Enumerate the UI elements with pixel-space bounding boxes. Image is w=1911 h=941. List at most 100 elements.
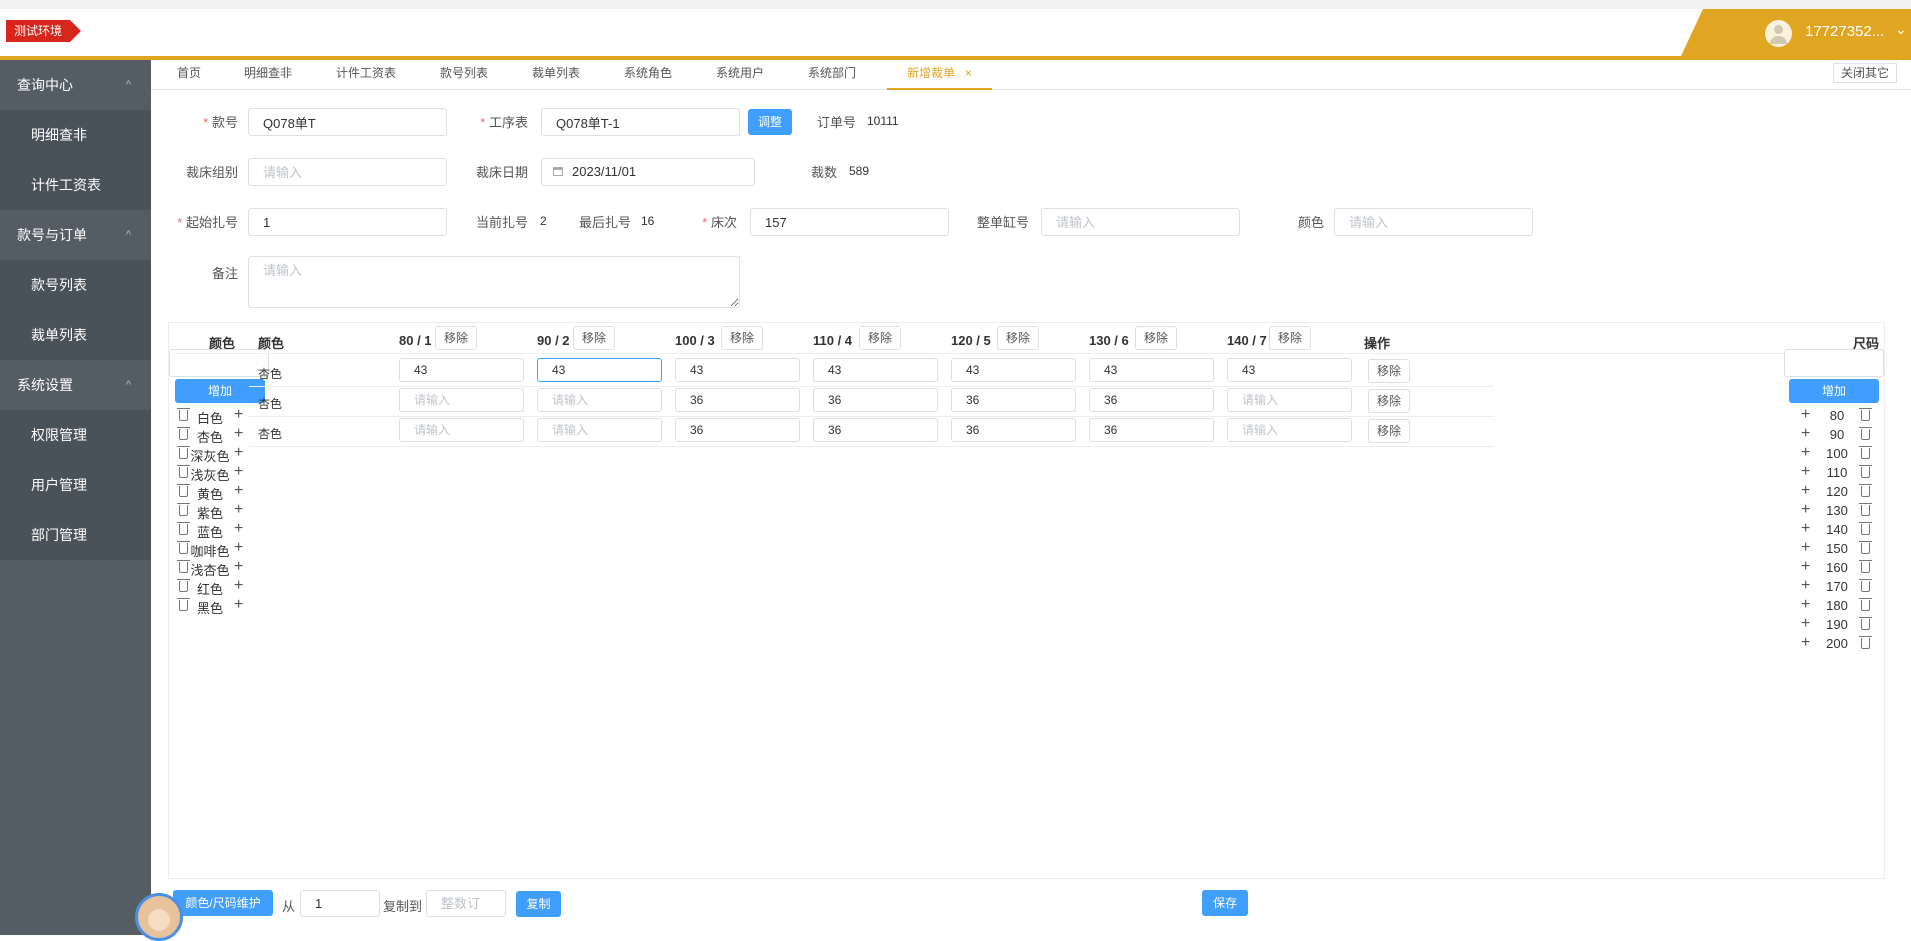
remove-col-button[interactable]: 移除 <box>1135 326 1178 350</box>
maintain-button[interactable]: 颜色/尺码维护 <box>173 890 273 916</box>
plus-icon[interactable]: + <box>1801 502 1810 518</box>
close-icon[interactable]: × <box>965 66 972 80</box>
sidebar-item-departments[interactable]: 部门管理 <box>0 510 151 560</box>
remove-col-button[interactable]: 移除 <box>1269 326 1312 350</box>
plus-icon[interactable]: + <box>234 483 243 499</box>
qty-input[interactable] <box>1089 388 1214 412</box>
trash-icon[interactable] <box>1859 636 1872 649</box>
qty-input[interactable] <box>813 418 938 442</box>
trash-icon[interactable] <box>177 522 190 535</box>
plus-icon[interactable]: + <box>234 445 243 461</box>
add-size-button[interactable]: 增加 <box>1789 379 1879 403</box>
trash-icon[interactable] <box>177 446 190 459</box>
save-button[interactable]: 保存 <box>1202 890 1248 916</box>
tab-home[interactable]: 首页 <box>171 60 207 90</box>
plus-icon[interactable]: + <box>1801 445 1810 461</box>
trash-icon[interactable] <box>1859 541 1872 554</box>
sidebar-item-permissions[interactable]: 权限管理 <box>0 410 151 460</box>
qty-input[interactable] <box>1227 418 1352 442</box>
copy-to-input[interactable] <box>426 890 506 917</box>
sidebar-group-settings[interactable]: 系统设置 ^ <box>0 360 151 410</box>
qty-input[interactable] <box>813 388 938 412</box>
size-panel-input[interactable] <box>1784 349 1884 377</box>
qty-input[interactable] <box>675 388 800 412</box>
avatar-icon[interactable] <box>135 893 183 941</box>
remove-row-button[interactable]: 移除 <box>1368 359 1411 383</box>
remove-row-button[interactable]: 移除 <box>1368 389 1411 413</box>
remove-col-button[interactable]: 移除 <box>721 326 764 350</box>
trash-icon[interactable] <box>1859 522 1872 535</box>
close-others-button[interactable]: 关闭其它 <box>1832 63 1897 83</box>
qty-input[interactable] <box>537 358 662 382</box>
cut-group-input[interactable] <box>248 158 447 186</box>
qty-input[interactable] <box>399 358 524 382</box>
plus-icon[interactable]: + <box>1801 559 1810 575</box>
tab-style-list[interactable]: 款号列表 <box>435 60 493 90</box>
start-bundle-input[interactable] <box>248 208 447 236</box>
trash-icon[interactable] <box>1859 579 1872 592</box>
qty-input[interactable] <box>1089 418 1214 442</box>
plus-icon[interactable]: + <box>1801 578 1810 594</box>
plus-icon[interactable]: + <box>234 597 243 613</box>
remove-col-button[interactable]: 移除 <box>573 326 616 350</box>
user-menu[interactable]: 17727352... ⌄ <box>1681 9 1911 56</box>
trash-icon[interactable] <box>177 484 190 497</box>
sidebar-item-piece-wage[interactable]: 计件工资表 <box>0 160 151 210</box>
sidebar-item-users[interactable]: 用户管理 <box>0 460 151 510</box>
trash-icon[interactable] <box>1859 465 1872 478</box>
copy-from-input[interactable] <box>300 890 380 917</box>
qty-input[interactable] <box>1227 388 1352 412</box>
sidebar-item-cut-list[interactable]: 裁单列表 <box>0 310 151 360</box>
sidebar-item-detail[interactable]: 明细查非 <box>0 110 151 160</box>
trash-icon[interactable] <box>1859 484 1872 497</box>
remove-col-button[interactable]: 移除 <box>859 326 902 350</box>
plus-icon[interactable]: + <box>1801 540 1810 556</box>
remark-textarea[interactable] <box>248 256 740 308</box>
remove-row-button[interactable]: 移除 <box>1368 419 1411 443</box>
qty-input[interactable] <box>813 358 938 382</box>
qty-input[interactable] <box>951 418 1076 442</box>
avatar-icon[interactable] <box>1765 20 1792 47</box>
plus-icon[interactable]: + <box>1801 597 1810 613</box>
process-sheet-input[interactable] <box>541 108 740 136</box>
qty-input[interactable] <box>675 358 800 382</box>
trash-icon[interactable] <box>1859 446 1872 459</box>
qty-input[interactable] <box>951 388 1076 412</box>
qty-input[interactable] <box>1089 358 1214 382</box>
trash-icon[interactable] <box>177 541 190 554</box>
color-input[interactable] <box>1334 208 1533 236</box>
tab-new-cut-order[interactable]: 新增裁单 × <box>887 60 992 90</box>
tab-sys-users[interactable]: 系统用户 <box>711 60 769 90</box>
qty-input[interactable] <box>951 358 1076 382</box>
plus-icon[interactable]: + <box>234 578 243 594</box>
qty-input[interactable] <box>675 418 800 442</box>
trash-icon[interactable] <box>177 560 190 573</box>
user-name[interactable]: 17727352... <box>1805 23 1884 40</box>
plus-icon[interactable]: + <box>1801 426 1810 442</box>
plus-icon[interactable]: + <box>1801 483 1810 499</box>
qty-input[interactable] <box>537 388 662 412</box>
plus-icon[interactable]: + <box>1801 521 1810 537</box>
plus-icon[interactable]: + <box>234 540 243 556</box>
plus-icon[interactable]: + <box>234 559 243 575</box>
trash-icon[interactable] <box>177 427 190 440</box>
plus-icon[interactable]: + <box>1801 616 1810 632</box>
plus-icon[interactable]: + <box>1801 407 1810 423</box>
plus-icon[interactable]: + <box>234 502 243 518</box>
qty-input[interactable] <box>1227 358 1352 382</box>
bed-no-input[interactable] <box>750 208 949 236</box>
tab-detail[interactable]: 明细查非 <box>239 60 297 90</box>
add-color-button[interactable]: 增加 <box>175 379 265 403</box>
qty-input[interactable] <box>399 388 524 412</box>
trash-icon[interactable] <box>177 579 190 592</box>
trash-icon[interactable] <box>177 598 190 611</box>
trash-icon[interactable] <box>1859 598 1872 611</box>
remove-col-button[interactable]: 移除 <box>997 326 1040 350</box>
sidebar-group-query[interactable]: 查询中心 ^ <box>0 60 151 110</box>
style-no-input[interactable] <box>248 108 447 136</box>
tab-sys-depts[interactable]: 系统部门 <box>803 60 861 90</box>
chevron-down-icon[interactable]: ⌄ <box>1895 21 1907 38</box>
trash-icon[interactable] <box>1859 427 1872 440</box>
plus-icon[interactable]: + <box>234 407 243 423</box>
trash-icon[interactable] <box>177 408 190 421</box>
